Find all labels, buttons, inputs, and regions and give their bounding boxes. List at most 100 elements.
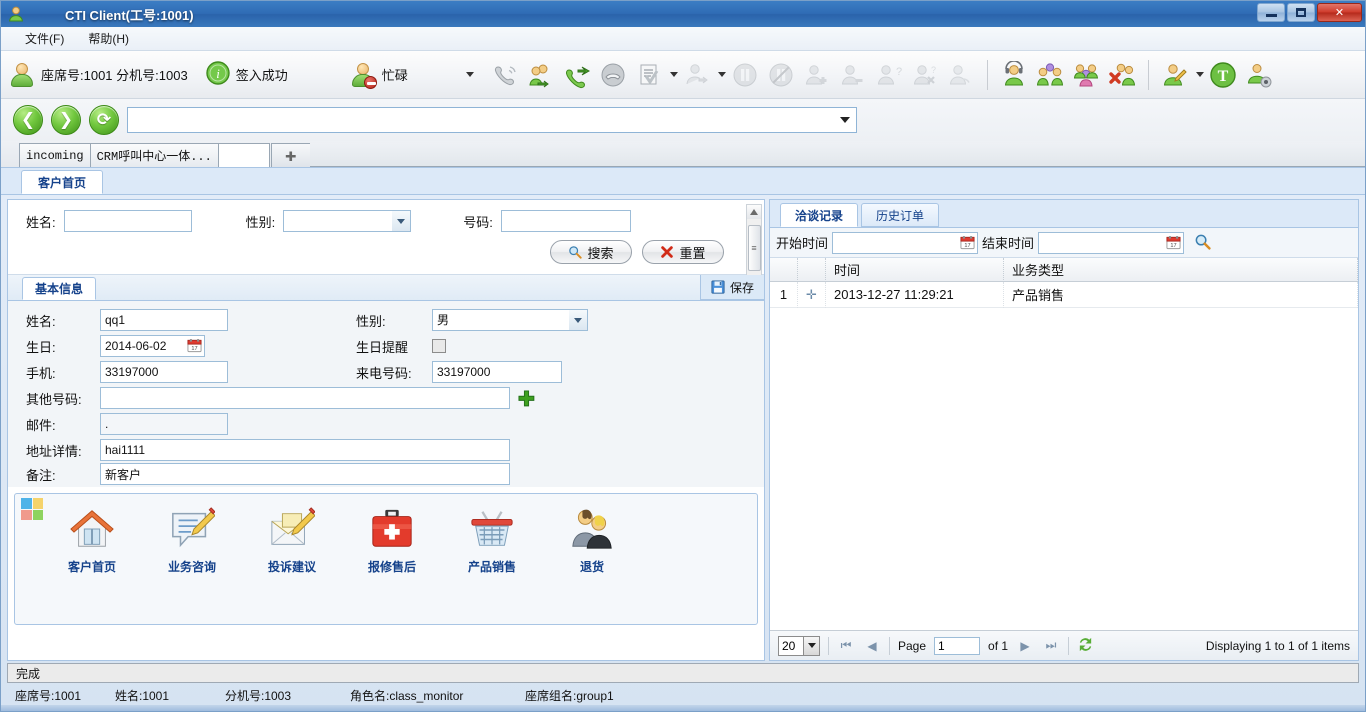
back-button[interactable]: ❮ bbox=[13, 105, 43, 135]
add-number-icon[interactable] bbox=[518, 390, 535, 407]
search-gender-select[interactable]: 男女 bbox=[283, 210, 412, 232]
field-row-email: 邮件: bbox=[8, 411, 764, 437]
remove-user-icon[interactable] bbox=[836, 56, 870, 94]
scroll-up-icon[interactable] bbox=[747, 205, 761, 219]
headset-agent-icon[interactable] bbox=[997, 56, 1031, 94]
query-user-icon[interactable]: ? bbox=[872, 56, 906, 94]
birthday-remind-checkbox[interactable] bbox=[432, 339, 446, 353]
action-business-consult[interactable]: 业务咨询 bbox=[161, 506, 223, 575]
reset-button[interactable]: 重置 bbox=[642, 240, 724, 264]
gender-select[interactable]: 男女 bbox=[432, 309, 588, 331]
monitor-icon[interactable] bbox=[944, 56, 978, 94]
action-product-sales[interactable]: 产品销售 bbox=[461, 506, 523, 575]
address-input[interactable] bbox=[100, 439, 510, 461]
edit-agent-dropdown-caret[interactable] bbox=[1195, 72, 1204, 77]
calendar-icon[interactable]: 17 bbox=[187, 338, 202, 356]
page-of-label: of 1 bbox=[988, 638, 1009, 653]
scrollbar-thumb[interactable]: ≡ bbox=[747, 225, 761, 271]
field-row-birthday: 生日: 17 bbox=[8, 333, 764, 359]
other-number-input[interactable] bbox=[100, 387, 510, 409]
menu-item-help[interactable]: 帮助(H) bbox=[76, 27, 141, 50]
tab-history-orders[interactable]: 历史订单 bbox=[861, 203, 940, 227]
page-size-select[interactable]: 2050100 bbox=[778, 635, 820, 656]
row-expand-icon[interactable]: ✛ bbox=[798, 281, 826, 308]
kick-member-icon[interactable] bbox=[1105, 56, 1139, 94]
table-row[interactable]: 1 ✛ 2013-12-27 11:29:21 产品销售 bbox=[770, 281, 1358, 308]
address-dropdown-caret[interactable] bbox=[840, 117, 850, 123]
save-button[interactable]: 保存 bbox=[699, 275, 764, 300]
group-agents-icon[interactable] bbox=[1033, 56, 1067, 94]
first-page-button[interactable]: ⏮ bbox=[837, 637, 855, 655]
search-button[interactable]: 搜索 bbox=[550, 240, 632, 264]
new-tab-button[interactable]: ✚ bbox=[270, 143, 311, 167]
save-icon bbox=[711, 280, 725, 294]
search-number-input[interactable] bbox=[500, 210, 631, 232]
refresh-grid-icon[interactable] bbox=[1077, 636, 1094, 656]
status-area: 完成 座席号:1001 姓名:1001 分机号:1003 角色名:class_m… bbox=[1, 661, 1365, 705]
browser-tab-active[interactable] bbox=[217, 143, 270, 167]
action-customer-home[interactable]: 客户首页 bbox=[61, 506, 123, 575]
transfer-call-icon[interactable] bbox=[524, 56, 558, 94]
action-complaint-suggestion[interactable]: 投诉建议 bbox=[261, 506, 323, 575]
minimize-button[interactable] bbox=[1257, 3, 1285, 22]
forward-call-icon[interactable] bbox=[560, 56, 594, 94]
call-ring-icon[interactable] bbox=[488, 56, 522, 94]
browser-tab-bar: incoming CRM呼叫中心一体... ✚ bbox=[1, 141, 1365, 167]
tab-customer-home[interactable]: 客户首页 bbox=[21, 170, 104, 194]
search-name-input[interactable] bbox=[63, 210, 192, 232]
name-input[interactable] bbox=[100, 309, 228, 331]
grid-header-type[interactable]: 业务类型 bbox=[1004, 257, 1358, 282]
consult-icon[interactable] bbox=[680, 56, 714, 94]
tab-basic-info[interactable]: 基本信息 bbox=[22, 277, 97, 300]
consult-note-icon bbox=[172, 507, 215, 548]
end-time-input[interactable] bbox=[1038, 231, 1185, 254]
start-time-input[interactable] bbox=[832, 231, 979, 254]
close-button[interactable]: ✕ bbox=[1317, 3, 1362, 22]
address-label: 地址详情: bbox=[26, 443, 82, 459]
busy-status-block[interactable]: 忙碌 bbox=[350, 62, 408, 89]
window-title: CTI Client(工号:1001) bbox=[65, 7, 194, 23]
svg-text:17: 17 bbox=[964, 243, 970, 249]
unhold-icon[interactable] bbox=[764, 56, 798, 94]
calendar-icon[interactable]: 17 bbox=[960, 235, 975, 253]
refresh-button[interactable]: ⟳ bbox=[89, 105, 119, 135]
display-info: Displaying 1 to 1 of 1 items bbox=[1205, 638, 1350, 653]
menu-item-file[interactable]: 文件(F) bbox=[13, 27, 76, 50]
forward-button[interactable]: ❯ bbox=[51, 105, 81, 135]
status-group: 座席组名:group1 bbox=[525, 688, 614, 703]
agent-avatar-icon bbox=[9, 62, 35, 88]
checklist-dropdown-caret[interactable] bbox=[669, 72, 678, 77]
group-conference-icon[interactable] bbox=[1069, 56, 1103, 94]
edit-agent-icon[interactable] bbox=[1158, 56, 1192, 94]
consult-dropdown-caret[interactable] bbox=[717, 72, 726, 77]
maximize-button[interactable] bbox=[1287, 3, 1315, 22]
text-tool-icon[interactable]: T bbox=[1206, 56, 1240, 94]
agent-settings-icon[interactable] bbox=[1242, 56, 1276, 94]
action-repair-aftersales[interactable]: 报修售后 bbox=[361, 506, 423, 575]
action-return-goods[interactable]: 退货 bbox=[561, 506, 623, 575]
prev-page-button[interactable]: ◀ bbox=[863, 637, 881, 655]
search-fields-row: 姓名: 性别: 男女 号码: bbox=[8, 210, 764, 232]
tab-negotiation-records[interactable]: 洽谈记录 bbox=[780, 203, 859, 227]
grid-search-icon[interactable] bbox=[1194, 233, 1211, 253]
grid-header-time[interactable]: 时间 bbox=[826, 257, 1004, 282]
last-page-button[interactable]: ⏭ bbox=[1042, 637, 1060, 655]
caller-number-input[interactable] bbox=[432, 361, 562, 383]
page-number-input[interactable] bbox=[934, 636, 981, 655]
next-page-button[interactable]: ▶ bbox=[1016, 637, 1034, 655]
delete-user-icon[interactable]: ? bbox=[908, 56, 942, 94]
mobile-input[interactable] bbox=[100, 361, 228, 383]
browser-tab-incoming[interactable]: incoming bbox=[19, 143, 91, 167]
calendar-icon[interactable]: 17 bbox=[1166, 235, 1181, 253]
remark-input[interactable] bbox=[100, 463, 510, 485]
add-user-icon[interactable] bbox=[800, 56, 834, 94]
hold-icon[interactable] bbox=[728, 56, 762, 94]
grid-header: 时间 业务类型 bbox=[770, 257, 1358, 282]
email-input[interactable] bbox=[100, 413, 228, 435]
browser-tab-crm[interactable]: CRM呼叫中心一体... bbox=[89, 143, 219, 167]
hangup-icon[interactable] bbox=[596, 56, 630, 94]
address-input[interactable] bbox=[127, 107, 857, 133]
gender-label: 性别: bbox=[356, 313, 386, 329]
checklist-icon[interactable] bbox=[632, 56, 666, 94]
status-dropdown-caret[interactable] bbox=[465, 72, 474, 77]
